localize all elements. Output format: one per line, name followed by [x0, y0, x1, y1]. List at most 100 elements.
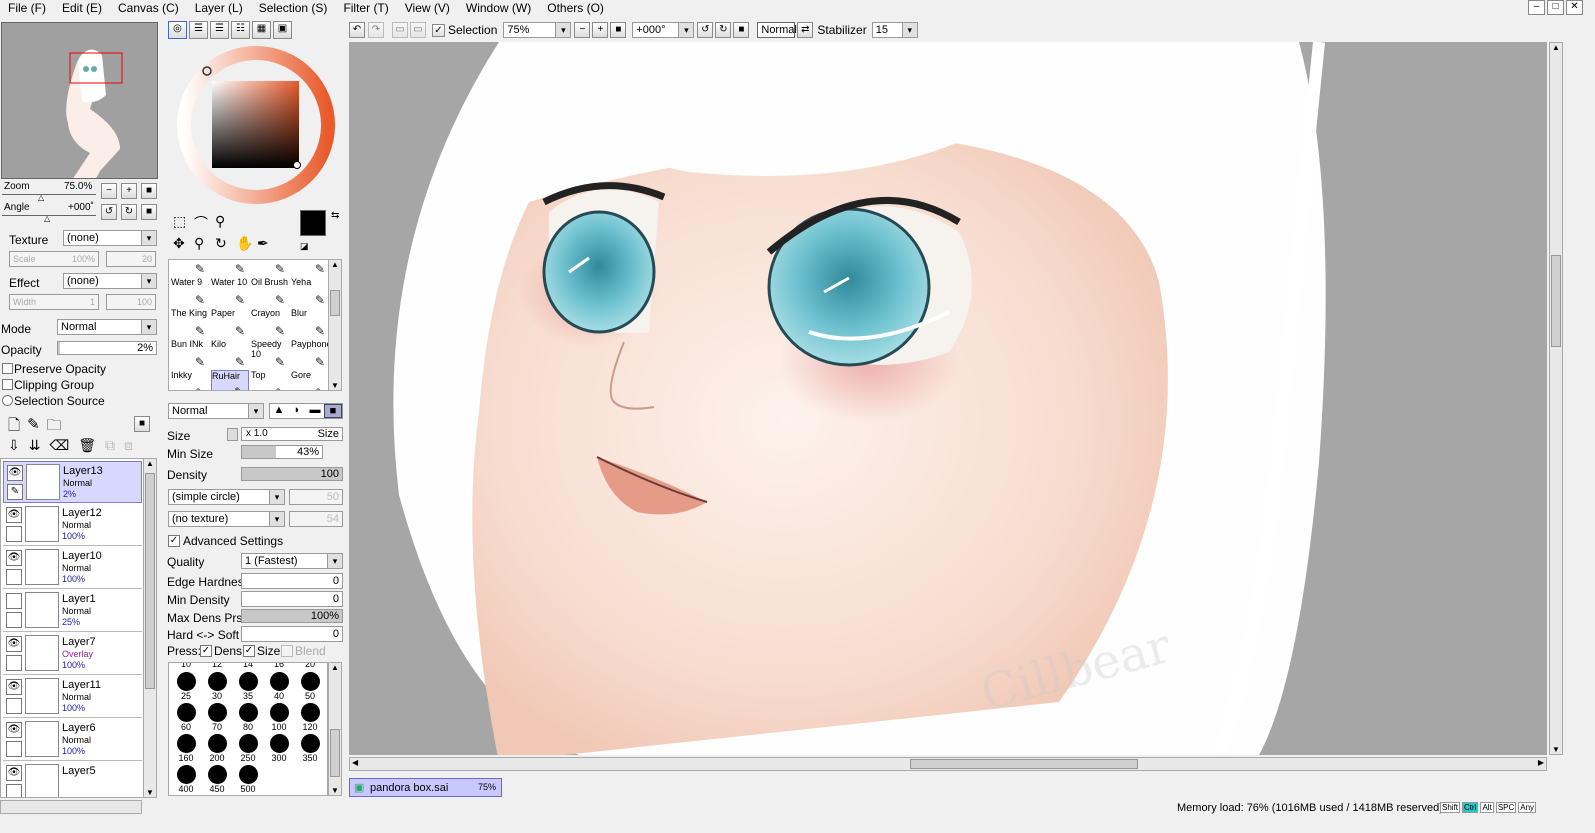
layer-row[interactable]: 👁 ✎ Layer13 Normal 2%: [3, 461, 142, 503]
menu-edit[interactable]: Edit (E): [54, 0, 110, 17]
brush-slot[interactable]: Speedy 10 ✎: [251, 339, 289, 370]
density-slider[interactable]: 100: [241, 467, 343, 481]
swap-colors-icon[interactable]: ⇆: [331, 210, 339, 221]
layer-mask-button[interactable]: ■: [134, 416, 150, 432]
texture-select[interactable]: (none): [63, 230, 157, 246]
menu-filter[interactable]: Filter (T): [335, 0, 396, 17]
stabilizer-select[interactable]: 15: [871, 22, 918, 38]
canvas-hscroll[interactable]: ◀ ▶: [349, 757, 1547, 771]
canvas-scroll-left-icon[interactable]: ◀: [352, 758, 358, 767]
brush-slot[interactable]: Top ✎: [251, 370, 289, 390]
clipping-group-checkbox[interactable]: [2, 379, 13, 390]
flip-button[interactable]: ⇄: [797, 22, 814, 38]
brush-slot[interactable]: Water 10 ✎: [211, 277, 249, 308]
hard-soft-field[interactable]: 0: [241, 626, 343, 642]
visibility-eye-icon[interactable]: 👁: [6, 722, 22, 738]
brush-size-preset[interactable]: 120: [295, 700, 325, 732]
brush-slot[interactable]: Yeha ✎: [291, 277, 329, 308]
brush-size-preset[interactable]: 70: [202, 700, 232, 732]
canvas-scroll-right-icon[interactable]: ▶: [1538, 758, 1544, 767]
layer-edit-icon[interactable]: [6, 741, 22, 757]
layer-row[interactable]: 👁 Layer7 Overlay 100%: [3, 633, 142, 675]
layer-edit-icon[interactable]: [6, 612, 22, 628]
drawing-canvas[interactable]: Cillbear: [349, 42, 1547, 755]
nav-rotate-reset-button[interactable]: ■: [141, 204, 157, 220]
undo-button[interactable]: ↶: [349, 22, 365, 38]
angle-slider-handle[interactable]: △: [44, 214, 50, 223]
visibility-eye-icon[interactable]: [6, 593, 22, 609]
size-scroll-down-icon[interactable]: ▼: [331, 786, 339, 795]
min-size-slider[interactable]: 43%: [241, 445, 323, 459]
zoom-slider-handle[interactable]: △: [38, 193, 44, 202]
brush-slot[interactable]: Binary✎: [211, 260, 249, 277]
rgb-slider-tab[interactable]: ☰: [189, 21, 208, 39]
nav-rotate-left-button[interactable]: ↺: [101, 204, 117, 220]
brush-scroll-thumb[interactable]: [330, 290, 340, 316]
brush-size-preset[interactable]: 80: [233, 700, 263, 732]
rotate-left-button[interactable]: ↺: [697, 22, 714, 38]
effect-select[interactable]: (none): [63, 273, 157, 289]
brush-slot[interactable]: Blur ✎: [291, 308, 329, 339]
menu-window[interactable]: Window (W): [458, 0, 539, 17]
rotate-reset-button[interactable]: ■: [733, 22, 750, 38]
selection-source-radio[interactable]: [2, 395, 13, 406]
hsv-slider-tab[interactable]: ☰: [210, 21, 229, 39]
brush-slot[interactable]: Paper ✎: [211, 308, 249, 339]
brush-slot[interactable]: Gore ✎: [291, 370, 329, 390]
color-wheel-tab[interactable]: ◎: [168, 21, 187, 39]
delete-layer-icon[interactable]: 🗑: [78, 437, 96, 454]
merge-down-icon[interactable]: ⇊: [29, 437, 41, 454]
canvas-vscroll[interactable]: ▲ ▼: [1549, 42, 1563, 755]
brush-slot[interactable]: Acrylic✎: [291, 260, 329, 277]
canvas-hscroll-thumb[interactable]: [910, 759, 1138, 769]
layer-edit-icon[interactable]: ✎: [7, 484, 23, 500]
hand-icon[interactable]: ✋: [236, 235, 257, 257]
move-icon[interactable]: ✥: [173, 235, 194, 257]
nav-zoom-reset-button[interactable]: ■: [141, 183, 157, 199]
visibility-eye-icon[interactable]: 👁: [6, 507, 22, 523]
brush-slot[interactable]: The King ✎: [171, 308, 209, 339]
mixer-tab[interactable]: ▦: [252, 21, 271, 39]
brush-size-preset[interactable]: 160: [171, 731, 201, 763]
visibility-eye-icon[interactable]: 👁: [6, 550, 22, 566]
brush-slot[interactable]: Oil Brush ✎: [251, 277, 289, 308]
visibility-eye-icon[interactable]: 👁: [7, 465, 23, 481]
press-blend-checkbox[interactable]: [281, 645, 293, 657]
brush-shape-select[interactable]: (simple circle): [168, 489, 285, 505]
brush-size-preset[interactable]: 350: [295, 731, 325, 763]
merge-visible-icon[interactable]: ⧉: [105, 437, 115, 454]
shape-flat-icon[interactable]: ▬: [306, 404, 324, 418]
brush-size-preset[interactable]: 30: [202, 669, 232, 701]
menu-view[interactable]: View (V): [397, 0, 458, 17]
zoom-slider[interactable]: [2, 194, 96, 195]
brush-size-preset[interactable]: 60: [171, 700, 201, 732]
nav-zoom-in-button[interactable]: +: [121, 183, 137, 199]
brush-slot[interactable]: Bucket✎: [171, 260, 209, 277]
quality-select[interactable]: 1 (Fastest): [241, 553, 343, 569]
brush-slot[interactable]: Inkky ✎: [171, 370, 209, 390]
brush-size-preset[interactable]: 250: [233, 731, 263, 763]
brush-slot[interactable]: RuHair ✎: [211, 370, 249, 390]
max-dens-slider[interactable]: 100%: [241, 609, 343, 623]
brush-slot[interactable]: Ink Pen✎: [251, 260, 289, 277]
brush-size-preset[interactable]: 200: [202, 731, 232, 763]
brush-scroll-up-icon[interactable]: ▲: [331, 260, 339, 269]
flatten-icon[interactable]: ⧈: [124, 437, 133, 454]
visibility-eye-icon[interactable]: 👁: [6, 765, 22, 781]
layer-mode-select[interactable]: Normal: [57, 319, 157, 335]
menu-canvas[interactable]: Canvas (C): [110, 0, 187, 17]
layer-edit-icon[interactable]: [6, 569, 22, 585]
zoom-tool-icon[interactable]: ⚲: [194, 235, 215, 257]
canvas-scroll-up-icon[interactable]: ▲: [1552, 43, 1560, 52]
press-size-checkbox[interactable]: ✓: [243, 645, 255, 657]
close-button[interactable]: ✕: [1566, 0, 1583, 15]
layer-row[interactable]: 👁 Layer10 Normal 100%: [3, 547, 142, 589]
brush-scroll-down-icon[interactable]: ▼: [331, 381, 339, 390]
brush-size-preset[interactable]: 40: [264, 669, 294, 701]
layer-row[interactable]: 👁 Layer11 Normal 100%: [3, 676, 142, 718]
brush-size-preset[interactable]: 300: [264, 731, 294, 763]
rect-select-icon[interactable]: ⬚: [173, 213, 194, 235]
brush-size-preset[interactable]: 500: [233, 762, 263, 794]
brush-grid-scrollbar[interactable]: ▲ ▼: [328, 259, 342, 391]
brush-blend-select[interactable]: Normal: [168, 403, 264, 419]
